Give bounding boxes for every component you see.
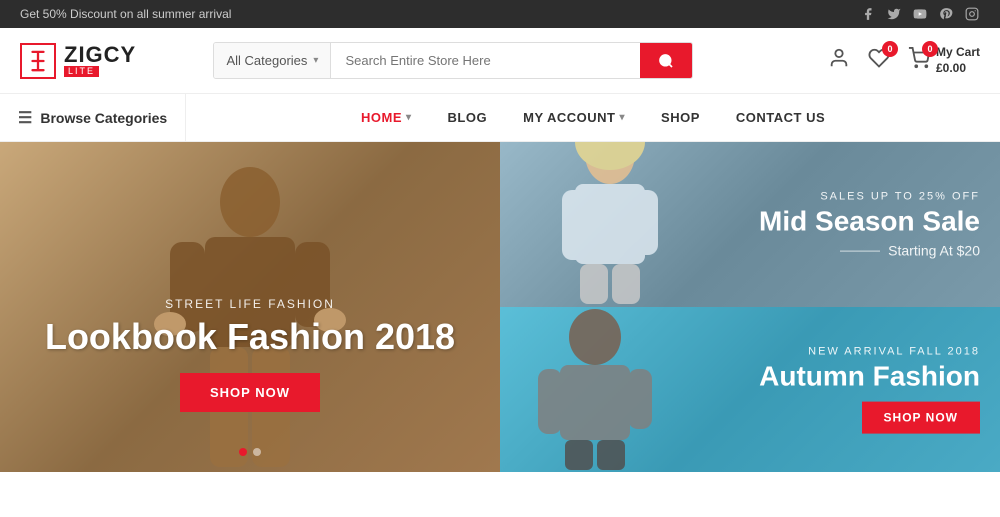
nav-item-myaccount[interactable]: MY ACCOUNT ▾	[505, 94, 643, 141]
account-icon[interactable]	[828, 47, 850, 74]
logo[interactable]: ZIGCY LITE	[20, 43, 136, 79]
social-icons	[860, 6, 980, 22]
facebook-icon[interactable]	[860, 6, 876, 22]
hero-dots	[239, 448, 261, 456]
search-bar: All Categories ▾	[213, 42, 693, 79]
cart-badge: 0	[922, 41, 938, 57]
cart-wrap[interactable]: 0 My Cart £0.00	[908, 45, 980, 76]
cart-text: My Cart £0.00	[936, 45, 980, 76]
hero-right-top-content: SALES UP TO 25% OFF Mid Season Sale Star…	[759, 190, 980, 259]
hero-right-bottom-title: Autumn Fashion	[759, 361, 980, 392]
nav-item-blog[interactable]: BLOG	[430, 94, 506, 141]
hero-left-content: STREET LIFE FASHION Lookbook Fashion 201…	[0, 297, 500, 412]
promo-text: Get 50% Discount on all summer arrival	[20, 7, 231, 21]
myaccount-dropdown-icon: ▾	[620, 112, 626, 123]
hero-left-subtitle: STREET LIFE FASHION	[0, 297, 500, 311]
hero-left-title: Lookbook Fashion 2018	[0, 317, 500, 357]
woman-figure	[520, 142, 700, 307]
logo-icon	[20, 43, 56, 79]
nav-menu: HOME ▾ BLOG MY ACCOUNT ▾ SHOP CONTACT US	[186, 94, 1000, 141]
dot-1[interactable]	[239, 448, 247, 456]
category-dropdown[interactable]: All Categories ▾	[214, 43, 331, 78]
hero-right-top-panel: SALES UP TO 25% OFF Mid Season Sale Star…	[500, 142, 1000, 307]
nav-item-home[interactable]: HOME ▾	[343, 94, 430, 141]
nav-item-shop[interactable]: SHOP	[643, 94, 718, 141]
hero-right-top-price: Starting At $20	[759, 243, 980, 259]
browse-categories-btn[interactable]: ☰ Browse Categories	[0, 94, 186, 141]
top-bar: Get 50% Discount on all summer arrival	[0, 0, 1000, 28]
header-icons: 0 0 My Cart £0.00	[828, 45, 980, 76]
hero-right-top-title: Mid Season Sale	[759, 206, 980, 237]
search-button[interactable]	[640, 43, 692, 78]
pinterest-icon[interactable]	[938, 6, 954, 22]
hamburger-icon: ☰	[18, 108, 32, 128]
cart-icon: 0	[908, 47, 930, 74]
search-input[interactable]	[331, 43, 640, 78]
man2-figure	[510, 307, 680, 472]
hero-right-bottom-content: NEW ARRIVAL FALL 2018 Autumn Fashion SHO…	[759, 345, 980, 434]
hero-right: SALES UP TO 25% OFF Mid Season Sale Star…	[500, 142, 1000, 472]
wishlist-icon[interactable]: 0	[868, 47, 890, 74]
hero-right-top-promo: SALES UP TO 25% OFF	[759, 190, 980, 202]
dot-2[interactable]	[253, 448, 261, 456]
hero-left-panel: STREET LIFE FASHION Lookbook Fashion 201…	[0, 142, 500, 472]
instagram-icon[interactable]	[964, 6, 980, 22]
wishlist-badge: 0	[882, 41, 898, 57]
hero-left-button[interactable]: SHOP NOW	[180, 373, 320, 412]
nav-item-contact[interactable]: CONTACT US	[718, 94, 843, 141]
price-dash	[840, 250, 880, 251]
navbar: ☰ Browse Categories HOME ▾ BLOG MY ACCOU…	[0, 94, 1000, 142]
price-text: Starting At $20	[888, 243, 980, 259]
hero-right-bottom-promo: NEW ARRIVAL FALL 2018	[759, 345, 980, 357]
header: ZIGCY LITE All Categories ▾	[0, 28, 1000, 94]
twitter-icon[interactable]	[886, 6, 902, 22]
logo-text: ZIGCY LITE	[64, 44, 136, 77]
dropdown-chevron-icon: ▾	[313, 55, 318, 66]
hero-right-bottom-button[interactable]: SHOP NOW	[862, 402, 980, 434]
home-dropdown-icon: ▾	[406, 112, 412, 123]
hero-section: STREET LIFE FASHION Lookbook Fashion 201…	[0, 142, 1000, 472]
youtube-icon[interactable]	[912, 6, 928, 22]
hero-right-bottom-panel: NEW ARRIVAL FALL 2018 Autumn Fashion SHO…	[500, 307, 1000, 472]
